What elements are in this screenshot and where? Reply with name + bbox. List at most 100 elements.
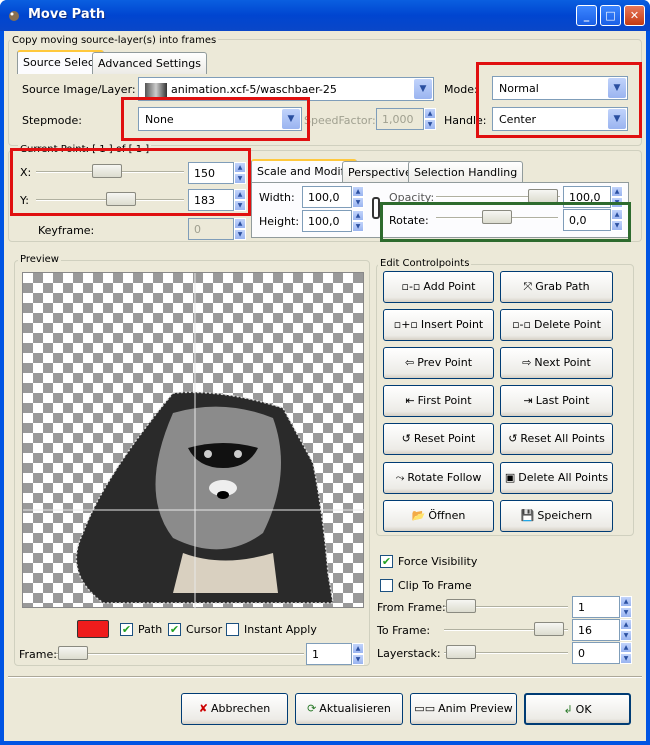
opacity-slider[interactable] — [436, 189, 560, 203]
anim-preview-icon: ▭▭ — [414, 702, 436, 715]
highlight-stepmode — [121, 97, 310, 141]
spin-buttons[interactable]: ▲ ▼ — [352, 643, 364, 665]
tab-advanced-settings[interactable]: Advanced Settings — [92, 52, 207, 74]
to-frame-label: To Frame: — [377, 624, 431, 637]
delete-all-icon: ▣ — [504, 471, 516, 484]
instant-apply-checkbox[interactable] — [226, 623, 239, 636]
clip-to-frame-checkbox[interactable] — [380, 579, 393, 592]
refresh-icon: ⟳ — [307, 702, 317, 715]
from-frame-slider-thumb[interactable] — [446, 599, 476, 613]
close-button[interactable]: ✕ — [624, 5, 645, 26]
spin-buttons[interactable]: ▲ ▼ — [352, 210, 364, 232]
width-spin[interactable]: 100,0 ▲ ▼ — [302, 186, 364, 208]
chain-link-icon[interactable] — [372, 197, 380, 219]
ok-button[interactable]: ↲ OK — [524, 693, 631, 725]
spin-buttons[interactable]: ▲ ▼ — [620, 642, 632, 664]
path-checkbox[interactable]: ✔ — [120, 623, 133, 636]
path-color-button[interactable] — [77, 620, 109, 638]
layerstack-slider[interactable] — [444, 645, 568, 659]
grab-path-button[interactable]: ⤧ Grab Path — [500, 271, 613, 303]
to-frame-slider-thumb[interactable] — [534, 622, 564, 636]
height-value: 100,0 — [308, 215, 340, 228]
maximize-button[interactable]: □ — [600, 5, 621, 26]
anim-preview-label: Anim Preview — [438, 702, 513, 715]
save-button[interactable]: 💾 Speichern — [500, 500, 613, 532]
prev-point-button[interactable]: ⇦ Prev Point — [383, 347, 494, 379]
frame-value: 1 — [312, 648, 319, 661]
last-point-icon: ⇥ — [523, 394, 533, 407]
speedfactor-value: 1,000 — [382, 113, 414, 126]
height-spin[interactable]: 100,0 ▲ ▼ — [302, 210, 364, 232]
rotate-follow-button[interactable]: ⤳ Rotate Follow — [383, 462, 494, 494]
next-point-button[interactable]: ⇨ Next Point — [500, 347, 613, 379]
first-point-button[interactable]: ⇤ First Point — [383, 385, 494, 417]
height-label: Height: — [259, 215, 300, 228]
cancel-label: Abbrechen — [210, 702, 271, 715]
layer-thumbnail-icon — [145, 83, 167, 97]
spin-buttons[interactable]: ▲ ▼ — [620, 596, 632, 618]
first-point-icon: ⇤ — [405, 394, 415, 407]
tab-scale-and-modify[interactable]: Scale and Modify — [251, 159, 357, 183]
grab-path-icon: ⤧ — [523, 280, 533, 293]
to-frame-spin[interactable]: 16 ▲ ▼ — [572, 619, 632, 641]
opacity-slider-thumb[interactable] — [528, 189, 558, 203]
delete-point-button[interactable]: ▫-▫ Delete Point — [500, 309, 613, 341]
tab-selection-handling[interactable]: Selection Handling — [408, 161, 524, 183]
from-frame-value: 1 — [578, 601, 585, 614]
preview-label: Preview — [18, 254, 61, 265]
ok-label: OK — [575, 703, 592, 716]
to-frame-slider[interactable] — [444, 622, 568, 636]
cursor-checkbox[interactable]: ✔ — [168, 623, 181, 636]
cancel-button[interactable]: ✘ Abbrechen — [181, 693, 288, 725]
layerstack-slider-thumb[interactable] — [446, 645, 476, 659]
add-point-icon: ▫-▫ — [401, 280, 421, 293]
frame-slider[interactable] — [56, 646, 304, 660]
preview-canvas[interactable] — [22, 272, 365, 609]
frame-spin[interactable]: 1 ▲ ▼ — [306, 643, 364, 665]
from-frame-label: From Frame: — [377, 601, 446, 614]
refresh-label: Aktualisieren — [319, 702, 391, 715]
move-path-window: Move Path _ □ ✕ Copy moving source-layer… — [0, 0, 650, 745]
open-button[interactable]: 📂 Öffnen — [383, 500, 494, 532]
to-frame-value: 16 — [578, 624, 592, 637]
first-point-label: First Point — [417, 394, 472, 407]
insert-point-label: Insert Point — [420, 318, 484, 331]
title-bar[interactable]: Move Path _ □ ✕ — [0, 0, 650, 31]
highlight-rotate — [380, 202, 631, 242]
source-group-label: Copy moving source-layer(s) into frames — [10, 35, 219, 46]
last-point-button[interactable]: ⇥ Last Point — [500, 385, 613, 417]
open-label: Öffnen — [428, 509, 466, 522]
delete-all-points-button[interactable]: ▣ Delete All Points — [500, 462, 613, 494]
reset-all-points-button[interactable]: ↺ Reset All Points — [500, 423, 613, 455]
floppy-icon: 💾 — [520, 509, 535, 522]
delete-point-label: Delete Point — [533, 318, 601, 331]
layerstack-spin[interactable]: 0 ▲ ▼ — [572, 642, 632, 664]
width-label: Width: — [259, 191, 295, 204]
spin-buttons[interactable]: ▲ ▼ — [620, 619, 632, 641]
rotate-follow-label: Rotate Follow — [407, 471, 482, 484]
refresh-button[interactable]: ⟳ Aktualisieren — [295, 693, 403, 725]
from-frame-spin[interactable]: 1 ▲ ▼ — [572, 596, 632, 618]
from-frame-slider[interactable] — [444, 599, 568, 613]
speedfactor-spin: 1,000 ▲ ▼ — [376, 108, 436, 130]
prev-point-label: Prev Point — [417, 356, 473, 369]
stepmode-label: Stepmode: — [22, 114, 82, 127]
grab-path-label: Grab Path — [535, 280, 590, 293]
anim-preview-button[interactable]: ▭▭ Anim Preview — [410, 693, 517, 725]
force-visibility-checkbox[interactable]: ✔ — [380, 555, 393, 568]
force-visibility-label: Force Visibility — [398, 555, 478, 568]
insert-point-button[interactable]: ▫+▫ Insert Point — [383, 309, 494, 341]
reset-point-button[interactable]: ↺ Reset Point — [383, 423, 494, 455]
tab-perspective[interactable]: Perspective — [342, 161, 418, 183]
add-point-button[interactable]: ▫-▫ Add Point — [383, 271, 494, 303]
frame-slider-thumb[interactable] — [58, 646, 88, 660]
cross-icon: ✘ — [198, 702, 208, 715]
cursor-label: Cursor — [186, 623, 223, 636]
folder-icon: 📂 — [411, 509, 426, 522]
minimize-button[interactable]: _ — [576, 5, 597, 26]
keyframe-spin: 0 ▲ ▼ — [188, 218, 246, 240]
keyframe-label: Keyframe: — [38, 224, 95, 237]
ok-icon: ↲ — [563, 703, 573, 716]
source-layer-label: Source Image/Layer: — [22, 83, 136, 96]
spin-buttons[interactable]: ▲ ▼ — [352, 186, 364, 208]
